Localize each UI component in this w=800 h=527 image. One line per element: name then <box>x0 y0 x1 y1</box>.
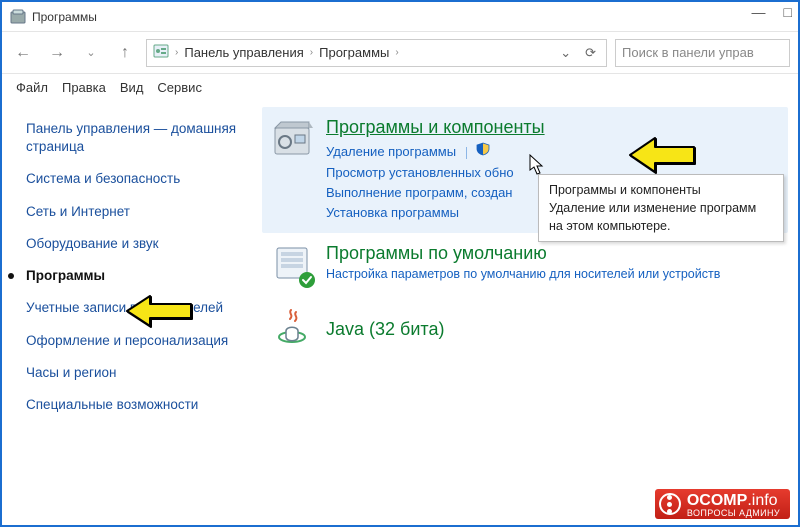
shield-icon <box>476 142 490 162</box>
link-java[interactable]: Java (32 бита) <box>326 319 444 340</box>
title-bar: Программы — □ <box>2 2 798 32</box>
refresh-button[interactable]: ⟳ <box>581 45 600 61</box>
watermark: OCOMP.info ВОПРОСЫ АДМИНУ <box>655 489 790 519</box>
recent-dropdown[interactable]: ⌄ <box>78 40 104 66</box>
menu-service[interactable]: Сервис <box>157 80 202 95</box>
sidebar-item-access[interactable]: Специальные возможности <box>20 389 256 421</box>
breadcrumb-control-panel[interactable]: Панель управления <box>184 45 303 60</box>
tooltip-title: Программы и компоненты <box>549 181 773 199</box>
link-uninstall[interactable]: Удаление программы <box>326 144 456 159</box>
window-buttons: — □ <box>752 4 792 20</box>
breadcrumb-sep: › <box>395 47 398 58</box>
watermark-tld: .info <box>747 492 777 509</box>
watermark-icon <box>659 493 681 515</box>
address-bar[interactable]: › Панель управления › Программы › ⌄ ⟳ <box>146 39 607 67</box>
cursor-icon <box>529 154 547 181</box>
link-run-programs[interactable]: Выполнение программ, создан <box>326 185 512 200</box>
menu-edit[interactable]: Правка <box>62 80 106 95</box>
link-view-updates[interactable]: Просмотр установленных обно <box>326 165 514 180</box>
sidebar-item-hardware[interactable]: Оборудование и звук <box>20 228 256 260</box>
search-input[interactable]: Поиск в панели управ <box>615 39 790 67</box>
sidebar-item-network[interactable]: Сеть и Интернет <box>20 196 256 228</box>
category-java: Java (32 бита) <box>262 297 788 361</box>
defaults-icon <box>270 243 314 287</box>
category-default-programs: Программы по умолчанию Настройка парамет… <box>262 233 788 297</box>
forward-button[interactable]: → <box>44 40 70 66</box>
watermark-sub: ВОПРОСЫ АДМИНУ <box>687 508 780 518</box>
sidebar: Панель управления — домашняя страница Си… <box>2 101 262 421</box>
link-programs-features[interactable]: Программы и компоненты <box>326 117 780 138</box>
sidebar-item-clock[interactable]: Часы и регион <box>20 357 256 389</box>
breadcrumb-sep: › <box>175 47 178 58</box>
menu-view[interactable]: Вид <box>120 80 144 95</box>
sidebar-item-system[interactable]: Система и безопасность <box>20 163 256 195</box>
main-content: Программы и компоненты Удаление программ… <box>262 101 798 421</box>
tooltip-body: Удаление или изменение программ на этом … <box>549 199 773 235</box>
sidebar-item-programs[interactable]: Программы <box>20 260 256 292</box>
breadcrumb-sep: › <box>310 47 313 58</box>
menu-file[interactable]: Файл <box>16 80 48 95</box>
window-icon <box>10 9 26 25</box>
link-default-media[interactable]: Настройка параметров по умолчанию для но… <box>326 267 780 281</box>
address-dropdown[interactable]: ⌄ <box>556 45 575 61</box>
box-icon <box>270 117 314 161</box>
back-button[interactable]: ← <box>10 40 36 66</box>
maximize-button[interactable]: □ <box>784 4 792 20</box>
annotation-arrow <box>124 293 194 334</box>
breadcrumb-programs[interactable]: Программы <box>319 45 389 60</box>
watermark-brand: OCOMP <box>687 492 747 509</box>
up-button[interactable]: ↑ <box>112 40 138 66</box>
sidebar-item-home[interactable]: Панель управления — домашняя страница <box>20 113 256 163</box>
minimize-button[interactable]: — <box>752 4 766 20</box>
link-install-program[interactable]: Установка программы <box>326 205 459 220</box>
window-title: Программы <box>32 10 97 24</box>
control-panel-icon <box>153 43 169 62</box>
java-icon <box>270 307 314 351</box>
tooltip: Программы и компоненты Удаление или изме… <box>538 174 784 242</box>
menu-bar: Файл Правка Вид Сервис <box>2 74 798 101</box>
link-default-programs[interactable]: Программы по умолчанию <box>326 243 780 264</box>
navigation-bar: ← → ⌄ ↑ › Панель управления › Программы … <box>2 32 798 74</box>
